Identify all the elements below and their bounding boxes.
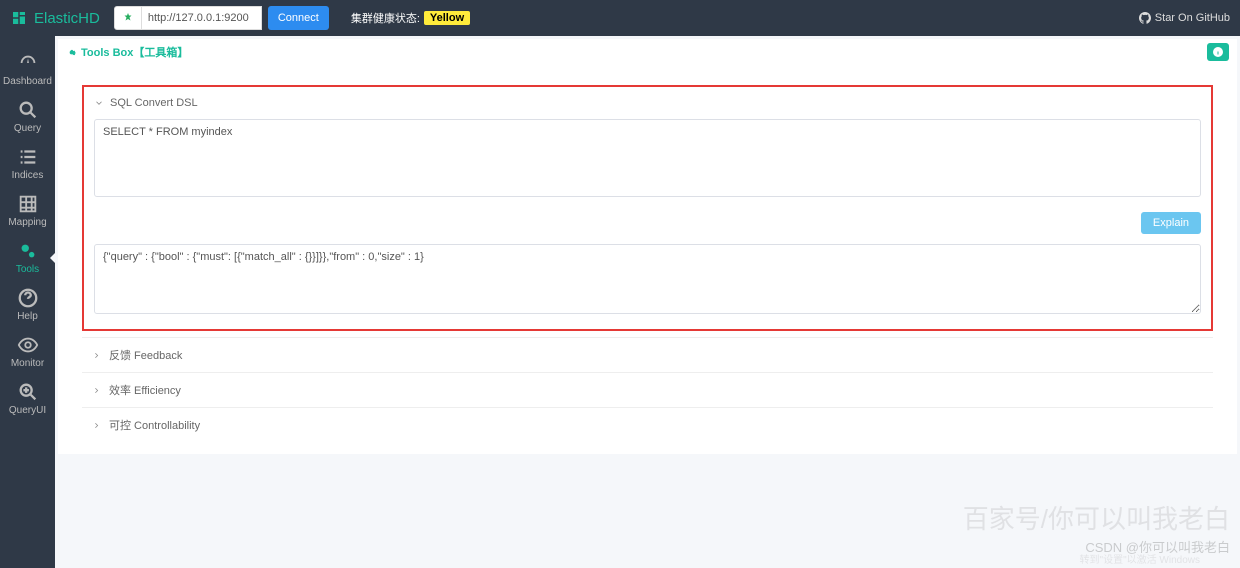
info-icon [1212, 46, 1224, 58]
sidebar-item-monitor[interactable]: Monitor [0, 328, 55, 375]
explain-row: Explain [84, 208, 1211, 240]
card-body: SQL Convert DSL Explain 反馈 Feedback 效率 E… [70, 73, 1225, 454]
sidebar-item-label: Query [14, 123, 41, 134]
sidebar-item-label: Monitor [11, 358, 44, 369]
app-name: ElasticHD [34, 10, 100, 27]
sidebar-item-dashboard[interactable]: Dashboard [0, 46, 55, 93]
eye-icon [17, 334, 39, 356]
sidebar: Dashboard Query Indices Mapping Tools He… [0, 36, 55, 568]
health-status-badge: Yellow [424, 11, 470, 25]
search-plus-icon [17, 381, 39, 403]
sidebar-item-label: Tools [16, 264, 39, 275]
grid-icon [17, 193, 39, 215]
collapse-label: 可控 Controllability [109, 417, 200, 433]
content-area: Tools Box【工具箱】 SQL Convert DSL Explain [55, 36, 1240, 568]
sidebar-item-mapping[interactable]: Mapping [0, 187, 55, 234]
collapse-label: 反馈 Feedback [109, 347, 182, 363]
app-logo: ElasticHD [10, 9, 100, 27]
gear-icon [66, 47, 77, 58]
collapse-label: 效率 Efficiency [109, 382, 181, 398]
info-button[interactable] [1207, 43, 1229, 61]
sql-convert-section-header[interactable]: SQL Convert DSL [84, 93, 1211, 113]
chevron-right-icon [92, 421, 101, 430]
chevron-down-icon [94, 98, 104, 108]
panel-title: Tools Box【工具箱】 [81, 44, 188, 60]
server-url-input[interactable] [142, 6, 262, 30]
cluster-health: 集群健康状态: Yellow [351, 10, 470, 26]
topbar: ElasticHD Connect 集群健康状态: Yellow Star On… [0, 0, 1240, 36]
sql-input[interactable] [94, 119, 1201, 197]
explain-button[interactable]: Explain [1141, 212, 1201, 234]
gears-icon [17, 240, 39, 262]
dashboard-icon [10, 9, 28, 27]
health-label: 集群健康状态: [351, 10, 420, 26]
collapse-controllability[interactable]: 可控 Controllability [82, 407, 1213, 442]
github-link[interactable]: Star On GitHub [1139, 12, 1230, 24]
gauge-icon [17, 52, 39, 74]
sidebar-item-label: Mapping [8, 217, 46, 228]
list-icon [17, 146, 39, 168]
search-icon [17, 99, 39, 121]
collapse-efficiency[interactable]: 效率 Efficiency [82, 372, 1213, 407]
sidebar-item-help[interactable]: Help [0, 281, 55, 328]
sidebar-item-label: Dashboard [3, 76, 52, 87]
sidebar-item-label: Help [17, 311, 38, 322]
connect-button[interactable]: Connect [268, 6, 329, 30]
sidebar-item-label: Indices [12, 170, 44, 181]
github-label: Star On GitHub [1155, 12, 1230, 24]
tools-panel: Tools Box【工具箱】 SQL Convert DSL Explain [58, 39, 1237, 454]
sidebar-item-queryui[interactable]: QueryUI [0, 375, 55, 422]
chevron-right-icon [92, 351, 101, 360]
section-title: SQL Convert DSL [110, 97, 198, 109]
highlighted-section: SQL Convert DSL Explain [82, 85, 1213, 331]
dsl-output[interactable] [94, 244, 1201, 314]
sidebar-item-indices[interactable]: Indices [0, 140, 55, 187]
github-icon [1139, 12, 1151, 24]
collapse-feedback[interactable]: 反馈 Feedback [82, 337, 1213, 372]
chevron-right-icon [92, 386, 101, 395]
sidebar-item-tools[interactable]: Tools [0, 234, 55, 281]
help-icon [17, 287, 39, 309]
main: Dashboard Query Indices Mapping Tools He… [0, 36, 1240, 568]
sidebar-item-query[interactable]: Query [0, 93, 55, 140]
panel-header: Tools Box【工具箱】 [58, 39, 1237, 65]
sidebar-item-label: QueryUI [9, 405, 46, 416]
connection-status-icon [114, 6, 142, 30]
